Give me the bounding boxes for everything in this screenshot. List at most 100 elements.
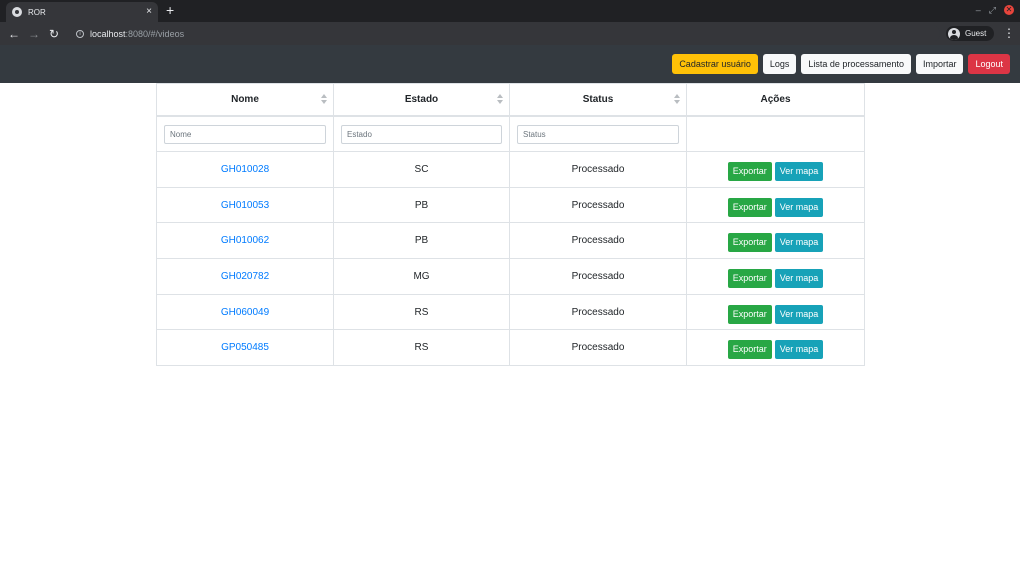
status-filter-input[interactable] <box>517 124 679 144</box>
column-header-estado[interactable]: Estado <box>333 83 510 117</box>
browser-tab[interactable]: ROR × <box>6 2 158 22</box>
view-map-button[interactable]: Ver mapa <box>774 233 824 253</box>
column-header-label: Estado <box>404 93 439 105</box>
cell-acoes: Exportar Ver mapa <box>686 293 865 331</box>
browser-tab-bar: ROR × + – ⤢ ✕ <box>0 0 1020 22</box>
back-arrow-icon[interactable]: ← <box>4 27 24 41</box>
reload-icon[interactable]: ↻ <box>44 27 64 41</box>
register-user-button[interactable]: Cadastrar usuário <box>672 54 758 74</box>
profile-button[interactable]: Guest <box>946 26 994 41</box>
cell-acoes: Exportar Ver mapa <box>686 151 865 188</box>
row-actions: Exportar Ver mapa <box>687 340 864 360</box>
row-actions: Exportar Ver mapa <box>687 268 864 288</box>
sort-icon[interactable] <box>497 94 504 104</box>
cell-estado: PB <box>333 222 510 260</box>
cell-acoes: Exportar Ver mapa <box>686 186 865 224</box>
tab-close-icon[interactable]: × <box>146 7 152 17</box>
cell-status: Processado <box>509 329 687 367</box>
column-header-nome[interactable]: Nome <box>156 83 334 117</box>
filter-cell-status <box>509 115 687 152</box>
cell-nome: GH010053 <box>156 186 334 224</box>
globe-icon <box>12 7 22 17</box>
view-map-button[interactable]: Ver mapa <box>774 161 824 181</box>
column-header-acoes: Ações <box>686 83 865 117</box>
cell-nome: GH010028 <box>156 151 334 188</box>
estado-filter-input[interactable] <box>341 124 502 144</box>
navbar-actions: Cadastrar usuário Logs Lista de processa… <box>672 54 1010 74</box>
videos-table: Nome Estado Status Ações GH010028 SC Pro… <box>156 83 865 367</box>
logout-button[interactable]: Logout <box>968 54 1010 74</box>
filter-cell-nome <box>156 115 334 152</box>
kebab-menu-icon[interactable]: ⋮ <box>1003 27 1015 39</box>
cell-estado: PB <box>333 186 510 224</box>
export-button[interactable]: Exportar <box>727 340 772 360</box>
new-tab-icon[interactable]: + <box>166 2 174 18</box>
cell-acoes: Exportar Ver mapa <box>686 258 865 295</box>
url-path: :8080/#/videos <box>125 28 185 39</box>
column-header-status[interactable]: Status <box>509 83 687 117</box>
table-row: GH010062 PB Processado Exportar Ver mapa <box>156 222 865 260</box>
app-navbar: Cadastrar usuário Logs Lista de processa… <box>0 45 1020 83</box>
cell-acoes: Exportar Ver mapa <box>686 222 865 260</box>
import-button[interactable]: Importar <box>915 54 964 74</box>
filter-row <box>156 115 865 152</box>
videos-table-container: Nome Estado Status Ações GH010028 SC Pro… <box>156 83 865 367</box>
cell-acoes: Exportar Ver mapa <box>686 329 865 367</box>
export-button[interactable]: Exportar <box>727 197 772 217</box>
export-button[interactable]: Exportar <box>727 233 772 253</box>
table-header-row: Nome Estado Status Ações <box>156 83 865 117</box>
video-name-link[interactable]: GH010062 <box>221 235 269 246</box>
cell-nome: GH020782 <box>156 258 334 295</box>
video-name-link[interactable]: GH060049 <box>221 307 269 318</box>
row-actions: Exportar Ver mapa <box>687 233 864 253</box>
table-row: GH060049 RS Processado Exportar Ver mapa <box>156 293 865 331</box>
close-window-icon[interactable]: ✕ <box>1004 5 1014 15</box>
filter-cell-acoes <box>686 115 865 152</box>
avatar-icon <box>948 27 960 40</box>
video-name-link[interactable]: GH010053 <box>221 200 269 211</box>
video-name-link[interactable]: GP050485 <box>221 342 269 353</box>
cell-status: Processado <box>509 258 687 295</box>
window-controls: – ⤢ ✕ <box>976 4 1014 16</box>
cell-nome: GP050485 <box>156 329 334 367</box>
cell-estado: RS <box>333 329 510 367</box>
cell-status: Processado <box>509 186 687 224</box>
row-actions: Exportar Ver mapa <box>687 197 864 217</box>
video-name-link[interactable]: GH020782 <box>221 271 269 282</box>
row-actions: Exportar Ver mapa <box>687 161 864 181</box>
cell-estado: MG <box>333 258 510 295</box>
export-button[interactable]: Exportar <box>727 161 772 181</box>
view-map-button[interactable]: Ver mapa <box>774 268 824 288</box>
logs-button[interactable]: Logs <box>762 54 797 74</box>
export-button[interactable]: Exportar <box>727 268 772 288</box>
forward-arrow-icon[interactable]: → <box>24 27 44 41</box>
info-icon[interactable]: i <box>76 29 84 38</box>
video-name-link[interactable]: GH010028 <box>221 164 269 175</box>
table-row: GH020782 MG Processado Exportar Ver mapa <box>156 258 865 295</box>
tab-title: ROR <box>28 7 46 17</box>
cell-status: Processado <box>509 151 687 188</box>
column-header-label: Nome <box>231 93 259 105</box>
minimize-icon[interactable]: – <box>976 4 981 16</box>
sort-icon[interactable] <box>674 94 681 104</box>
restore-icon[interactable]: ⤢ <box>989 4 996 16</box>
processing-list-button[interactable]: Lista de processamento <box>801 54 911 74</box>
table-row: GH010053 PB Processado Exportar Ver mapa <box>156 186 865 224</box>
view-map-button[interactable]: Ver mapa <box>774 304 824 324</box>
export-button[interactable]: Exportar <box>727 304 772 324</box>
view-map-button[interactable]: Ver mapa <box>774 340 824 360</box>
row-actions: Exportar Ver mapa <box>687 304 864 324</box>
cell-nome: GH060049 <box>156 293 334 331</box>
table-row: GP050485 RS Processado Exportar Ver mapa <box>156 329 865 367</box>
cell-status: Processado <box>509 222 687 260</box>
table-row: GH010028 SC Processado Exportar Ver mapa <box>156 151 865 188</box>
sort-icon[interactable] <box>321 94 328 104</box>
nome-filter-input[interactable] <box>164 124 326 144</box>
cell-status: Processado <box>509 293 687 331</box>
column-header-label: Ações <box>760 93 791 105</box>
view-map-button[interactable]: Ver mapa <box>774 197 824 217</box>
address-bar[interactable]: i localhost:8080/#/videos <box>70 25 940 42</box>
column-header-label: Status <box>582 93 614 105</box>
url-host: localhost <box>90 28 126 39</box>
cell-estado: SC <box>333 151 510 188</box>
